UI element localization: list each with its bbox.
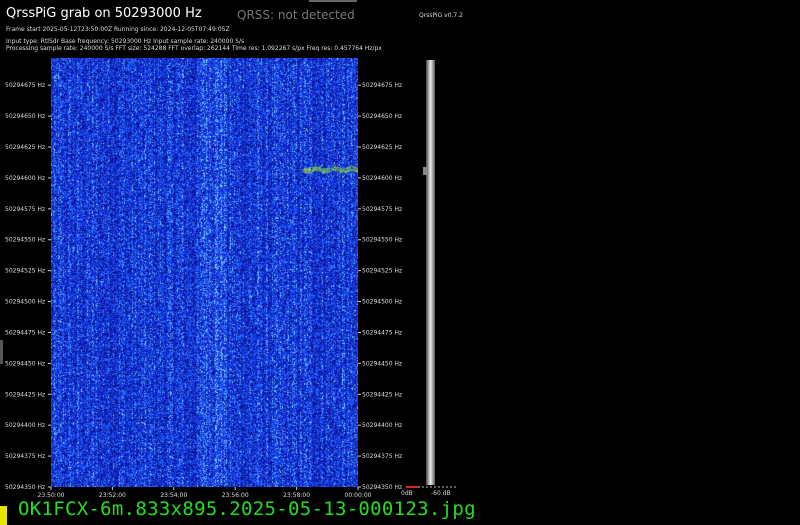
freq-label-right: 50294375 Hz [362, 453, 402, 460]
level-meter-marker [423, 167, 427, 175]
freq-label-right: 50294400 Hz [362, 422, 402, 429]
freq-label-right: 50294350 Hz [362, 484, 402, 491]
freq-label-left: 50294475 Hz [5, 329, 45, 336]
frequency-axis: 50294675 Hz 50294675 Hz 50294650 Hz 5029465… [5, 82, 402, 491]
freq-label-left: 50294575 Hz [5, 206, 45, 213]
filename-label: OK1FCX-6m.833x895.2025-05-13-000123.jpg [18, 498, 476, 520]
freq-label-left: 50294525 Hz [5, 268, 45, 275]
freq-label-left: 50294675 Hz [5, 82, 45, 89]
left-edge-marker [0, 340, 3, 364]
freq-label-right: 50294600 Hz [362, 175, 402, 182]
freq-label-right: 50294625 Hz [362, 144, 402, 151]
freq-label-right: 50294500 Hz [362, 299, 402, 306]
freq-label-right: 50294425 Hz [362, 391, 402, 398]
freq-label-left: 50294350 Hz [5, 484, 45, 491]
freq-label-left: 50294425 Hz [5, 391, 45, 398]
freq-label-right: 50294525 Hz [362, 268, 402, 275]
spectrogram-axes: 50294675 Hz 50294675 Hz 50294650 Hz 5029465… [5, 60, 456, 499]
freq-label-left: 50294625 Hz [5, 144, 45, 151]
freq-label-left: 50294400 Hz [5, 422, 45, 429]
level-meter [423, 60, 435, 485]
freq-label-left: 50294500 Hz [5, 299, 45, 306]
freq-label-right: 50294650 Hz [362, 113, 402, 120]
freq-label-left: 50294375 Hz [5, 453, 45, 460]
freq-label-right: 50294475 Hz [362, 329, 402, 336]
level-meter-bar [426, 60, 435, 485]
freq-label-left: 50294600 Hz [5, 175, 45, 182]
freq-label-left: 50294450 Hz [5, 360, 45, 367]
db-scale-left-label: 0dB [401, 490, 413, 497]
cursor-marker [0, 506, 7, 525]
freq-label-left: 50294550 Hz [5, 237, 45, 244]
freq-label-right: 50294450 Hz [362, 360, 402, 367]
freq-label-right: 50294675 Hz [362, 82, 402, 89]
freq-label-right: 50294550 Hz [362, 237, 402, 244]
db-scale: 0dB -60 dB [401, 486, 456, 497]
db-scale-right-label: -60 dB [431, 490, 451, 497]
freq-label-left: 50294650 Hz [5, 113, 45, 120]
freq-label-right: 50294575 Hz [362, 206, 402, 213]
